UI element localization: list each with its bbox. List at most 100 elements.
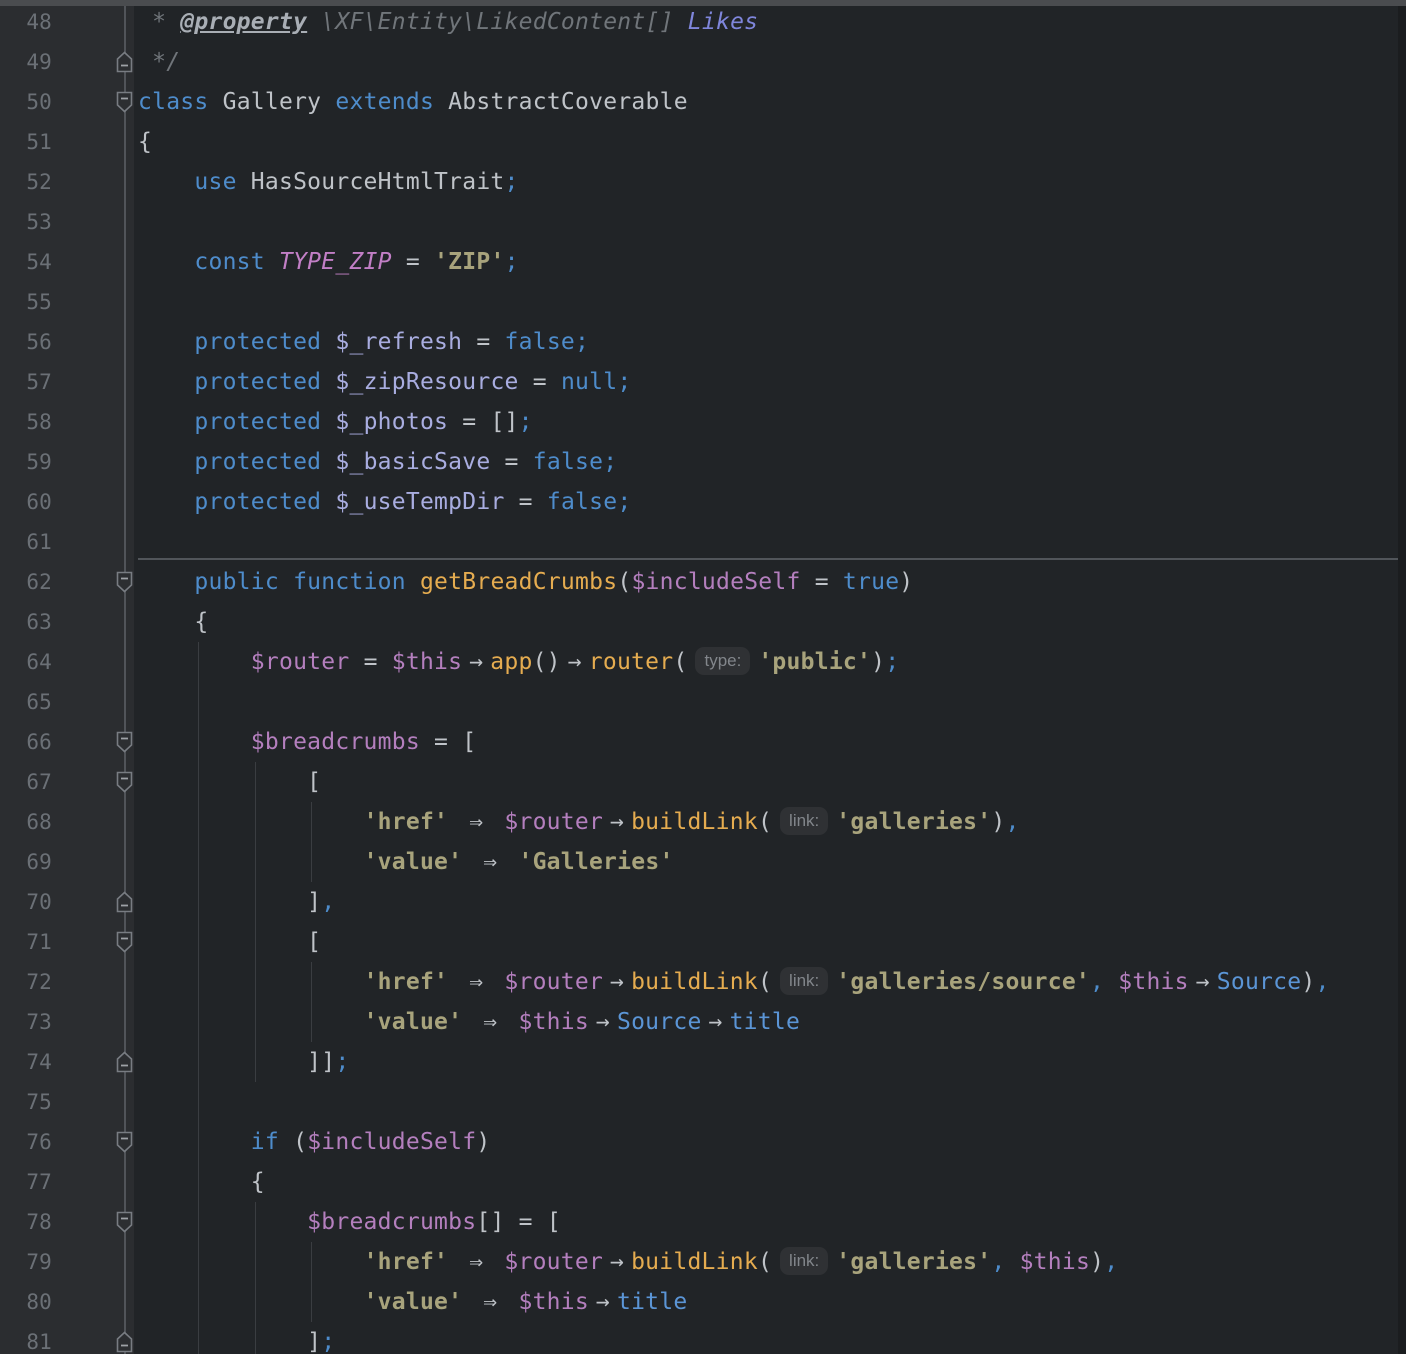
code-line[interactable]: 53	[0, 202, 1406, 242]
line-number[interactable]: 73	[0, 1002, 52, 1042]
code-line[interactable]: 49 */	[0, 42, 1406, 82]
line-number[interactable]: 66	[0, 722, 52, 762]
inlay-hint[interactable]: link:	[780, 967, 828, 995]
code-line[interactable]: 59 protected $_basicSave = false;	[0, 442, 1406, 482]
code-text[interactable]: 'href' ⇒ $router→buildLink(link:'galleri…	[138, 802, 1020, 842]
code-text[interactable]: public function getBreadCrumbs($includeS…	[138, 562, 913, 602]
code-text[interactable]: protected $_basicSave = false;	[138, 442, 617, 482]
code-text[interactable]: use HasSourceHtmlTrait;	[138, 162, 519, 202]
code-line[interactable]: 72 'href' ⇒ $router→buildLink(link:'gall…	[0, 962, 1406, 1002]
line-number[interactable]: 74	[0, 1042, 52, 1082]
inlay-hint[interactable]: link:	[780, 1247, 828, 1275]
code-line[interactable]: 81 ];	[0, 1322, 1406, 1354]
line-number[interactable]: 68	[0, 802, 52, 842]
line-number[interactable]: 79	[0, 1242, 52, 1282]
line-number[interactable]: 58	[0, 402, 52, 442]
code-line[interactable]: 64 $router = $this→app()→router(type:'pu…	[0, 642, 1406, 682]
code-line[interactable]: 68 'href' ⇒ $router→buildLink(link:'gall…	[0, 802, 1406, 842]
code-line[interactable]: 70 ],	[0, 882, 1406, 922]
code-text[interactable]: if ($includeSelf)	[138, 1122, 490, 1162]
line-number[interactable]: 49	[0, 42, 52, 82]
code-line[interactable]: 76 if ($includeSelf)	[0, 1122, 1406, 1162]
inlay-hint[interactable]: link:	[780, 807, 828, 835]
line-number[interactable]: 48	[0, 2, 52, 42]
line-number[interactable]: 56	[0, 322, 52, 362]
line-number[interactable]: 67	[0, 762, 52, 802]
code-line[interactable]: 48 * @property \XF\Entity\LikedContent[]…	[0, 2, 1406, 42]
line-number[interactable]: 61	[0, 522, 52, 562]
code-line[interactable]: 51 {	[0, 122, 1406, 162]
code-text[interactable]: $router = $this→app()→router(type:'publi…	[138, 642, 899, 682]
line-number[interactable]: 51	[0, 122, 52, 162]
line-number[interactable]: 59	[0, 442, 52, 482]
code-line[interactable]: 62 public function getBreadCrumbs($inclu…	[0, 562, 1406, 602]
code-text[interactable]: 'value' ⇒ $this→title	[138, 1282, 687, 1322]
code-text[interactable]: 'href' ⇒ $router→buildLink(link:'galleri…	[138, 1242, 1118, 1282]
code-text[interactable]: protected $_photos = [];	[138, 402, 533, 442]
code-text[interactable]: [	[138, 922, 321, 962]
line-number[interactable]: 54	[0, 242, 52, 282]
code-line[interactable]: 56 protected $_refresh = false;	[0, 322, 1406, 362]
code-text[interactable]: * @property \XF\Entity\LikedContent[] Li…	[138, 2, 758, 42]
code-line[interactable]: 71 [	[0, 922, 1406, 962]
scrollbar-track[interactable]	[1398, 6, 1406, 1354]
code-line[interactable]: 79 'href' ⇒ $router→buildLink(link:'gall…	[0, 1242, 1406, 1282]
fold-collapse-icon[interactable]	[116, 1211, 133, 1233]
code-text[interactable]: 'value' ⇒ $this→Source→title	[138, 1002, 800, 1042]
code-text[interactable]: $breadcrumbs = [	[138, 722, 476, 762]
fold-collapse-icon[interactable]	[116, 91, 133, 113]
code-line[interactable]: 52 use HasSourceHtmlTrait;	[0, 162, 1406, 202]
code-line[interactable]: 77 {	[0, 1162, 1406, 1202]
line-number[interactable]: 69	[0, 842, 52, 882]
code-text[interactable]: {	[138, 602, 209, 642]
code-line[interactable]: 58 protected $_photos = [];	[0, 402, 1406, 442]
line-number[interactable]: 76	[0, 1122, 52, 1162]
line-number[interactable]: 62	[0, 562, 52, 602]
fold-end-icon[interactable]	[116, 1331, 133, 1353]
code-line[interactable]: 78 $breadcrumbs[] = [	[0, 1202, 1406, 1242]
code-line[interactable]: 74 ]];	[0, 1042, 1406, 1082]
line-number[interactable]: 52	[0, 162, 52, 202]
code-text[interactable]: protected $_useTempDir = false;	[138, 482, 631, 522]
code-line[interactable]: 65	[0, 682, 1406, 722]
code-line[interactable]: 67 [	[0, 762, 1406, 802]
code-text[interactable]: {	[138, 122, 152, 162]
line-number[interactable]: 50	[0, 82, 52, 122]
code-line[interactable]: 54 const TYPE_ZIP = 'ZIP';	[0, 242, 1406, 282]
line-number[interactable]: 57	[0, 362, 52, 402]
code-text[interactable]: ],	[138, 882, 335, 922]
line-number[interactable]: 70	[0, 882, 52, 922]
line-number[interactable]: 55	[0, 282, 52, 322]
line-number[interactable]: 71	[0, 922, 52, 962]
line-number[interactable]: 80	[0, 1282, 52, 1322]
code-text[interactable]: {	[138, 1162, 265, 1202]
line-number[interactable]: 53	[0, 202, 52, 242]
fold-collapse-icon[interactable]	[116, 731, 133, 753]
code-text[interactable]: const TYPE_ZIP = 'ZIP';	[138, 242, 519, 282]
code-line[interactable]: 75	[0, 1082, 1406, 1122]
code-line[interactable]: 55	[0, 282, 1406, 322]
code-line[interactable]: 63 {	[0, 602, 1406, 642]
code-text[interactable]: protected $_zipResource = null;	[138, 362, 631, 402]
code-line[interactable]: 57 protected $_zipResource = null;	[0, 362, 1406, 402]
code-line[interactable]: 66 $breadcrumbs = [	[0, 722, 1406, 762]
fold-end-icon[interactable]	[116, 51, 133, 73]
code-text[interactable]: ];	[138, 1322, 335, 1354]
fold-end-icon[interactable]	[116, 891, 133, 913]
fold-collapse-icon[interactable]	[116, 931, 133, 953]
code-text[interactable]: [	[138, 762, 321, 802]
code-text[interactable]: ]];	[138, 1042, 349, 1082]
code-line[interactable]: 69 'value' ⇒ 'Galleries'	[0, 842, 1406, 882]
code-line[interactable]: 50 class Gallery extends AbstractCoverabl…	[0, 82, 1406, 122]
code-line[interactable]: 73 'value' ⇒ $this→Source→title	[0, 1002, 1406, 1042]
line-number[interactable]: 72	[0, 962, 52, 1002]
fold-end-icon[interactable]	[116, 1051, 133, 1073]
code-text[interactable]: */	[138, 42, 180, 82]
inlay-hint[interactable]: type:	[695, 647, 750, 675]
code-text[interactable]: $breadcrumbs[] = [	[138, 1202, 561, 1242]
code-text[interactable]: protected $_refresh = false;	[138, 322, 589, 362]
code-text[interactable]: class Gallery extends AbstractCoverable	[138, 82, 688, 122]
code-line[interactable]: 80 'value' ⇒ $this→title	[0, 1282, 1406, 1322]
line-number[interactable]: 60	[0, 482, 52, 522]
line-number[interactable]: 64	[0, 642, 52, 682]
